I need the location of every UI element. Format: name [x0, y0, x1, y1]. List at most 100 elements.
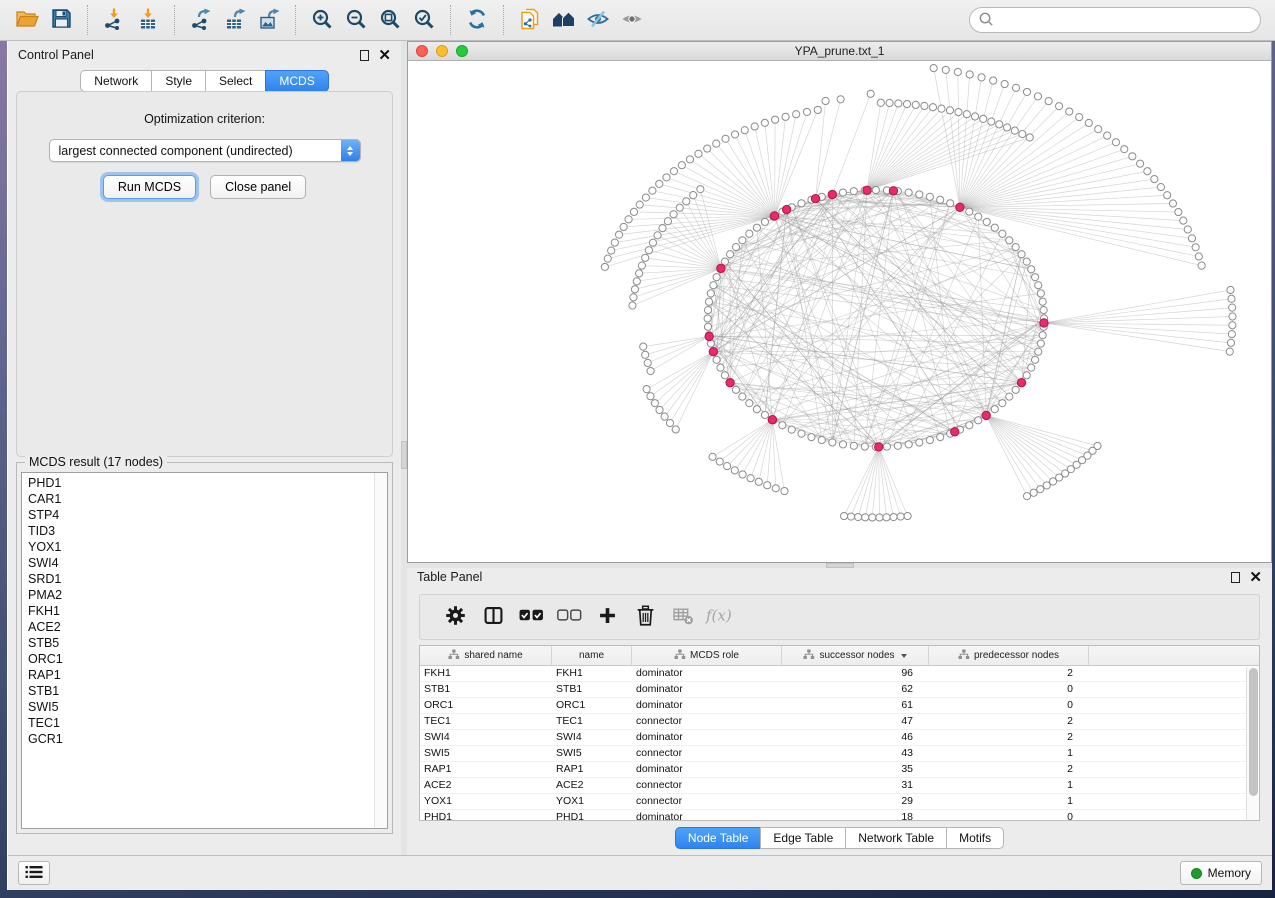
run-mcds-button[interactable]: Run MCDS — [103, 175, 196, 199]
table-cell[interactable]: 46 — [782, 730, 929, 745]
result-item[interactable]: SWI5 — [28, 699, 387, 715]
delete-column-button[interactable] — [626, 599, 664, 635]
table-cell[interactable]: TEC1 — [552, 714, 632, 729]
table-cell[interactable]: STB1 — [552, 682, 632, 697]
column-header-shared-name[interactable]: shared name — [420, 646, 552, 665]
table-cell[interactable]: dominator — [632, 682, 782, 697]
table-cell[interactable]: SWI4 — [420, 730, 552, 745]
result-item[interactable]: ACE2 — [28, 619, 387, 635]
table-cell[interactable]: 31 — [782, 778, 929, 793]
import-table-button[interactable] — [131, 3, 165, 37]
table-cell[interactable]: connector — [632, 778, 782, 793]
table-cell[interactable]: ACE2 — [552, 778, 632, 793]
tab-style[interactable]: Style — [151, 70, 205, 92]
tab-network-table[interactable]: Network Table — [845, 827, 946, 849]
first-neighbors-button[interactable] — [547, 3, 581, 37]
table-cell[interactable]: STB1 — [420, 682, 552, 697]
table-cell[interactable]: FKH1 — [552, 666, 632, 681]
zoom-fit-button[interactable] — [373, 3, 407, 37]
export-table-button[interactable] — [218, 3, 252, 37]
table-cell[interactable]: PHD1 — [420, 810, 552, 821]
column-header-name[interactable]: name — [552, 646, 632, 665]
zoom-out-button[interactable] — [339, 3, 373, 37]
table-cell[interactable]: 0 — [929, 698, 1089, 713]
table-cell[interactable]: dominator — [632, 698, 782, 713]
hide-selected-button[interactable] — [581, 3, 615, 37]
deselect-all-rows-button[interactable] — [550, 599, 588, 635]
table-row[interactable]: SWI5SWI5connector431 — [420, 746, 1259, 762]
table-cell[interactable]: TEC1 — [420, 714, 552, 729]
tab-mcds[interactable]: MCDS — [265, 70, 328, 92]
tab-select[interactable]: Select — [205, 70, 265, 92]
table-cell[interactable]: PHD1 — [552, 810, 632, 821]
network-window-titlebar[interactable]: YPA_prune.txt_1 — [408, 42, 1271, 61]
memory-button[interactable]: Memory — [1180, 861, 1262, 885]
vertical-splitter-grip[interactable] — [401, 441, 407, 469]
result-item[interactable]: STP4 — [28, 507, 387, 523]
result-item[interactable]: FKH1 — [28, 603, 387, 619]
task-history-button[interactable] — [18, 861, 50, 885]
zoom-in-button[interactable] — [305, 3, 339, 37]
network-from-selection-button[interactable] — [513, 3, 547, 37]
export-network-button[interactable] — [184, 3, 218, 37]
table-cell[interactable]: 43 — [782, 746, 929, 761]
table-row[interactable]: RAP1RAP1dominator352 — [420, 762, 1259, 778]
table-cell[interactable]: 2 — [929, 730, 1089, 745]
toggle-column-panel-button[interactable] — [474, 599, 512, 635]
table-cell[interactable]: YOX1 — [552, 794, 632, 809]
result-item[interactable]: RAP1 — [28, 667, 387, 683]
table-cell[interactable]: 0 — [929, 682, 1089, 697]
table-cell[interactable]: RAP1 — [420, 762, 552, 777]
table-cell[interactable]: ORC1 — [420, 698, 552, 713]
table-row[interactable]: TEC1TEC1connector472 — [420, 714, 1259, 730]
result-item[interactable]: TEC1 — [28, 715, 387, 731]
tab-network[interactable]: Network — [80, 70, 151, 92]
table-cell[interactable]: 2 — [929, 762, 1089, 777]
export-image-button[interactable] — [252, 3, 286, 37]
tab-motifs[interactable]: Motifs — [946, 827, 1004, 849]
select-all-rows-button[interactable] — [512, 599, 550, 635]
add-column-button[interactable] — [588, 599, 626, 635]
table-cell[interactable]: dominator — [632, 810, 782, 821]
table-cell[interactable]: 1 — [929, 778, 1089, 793]
horizontal-splitter[interactable] — [407, 563, 1272, 568]
float-panel-icon[interactable] — [360, 50, 369, 61]
network-graph[interactable] — [408, 61, 1271, 562]
close-table-panel-icon[interactable]: ✕ — [1249, 572, 1262, 583]
table-cell[interactable]: 61 — [782, 698, 929, 713]
table-cell[interactable]: 29 — [782, 794, 929, 809]
table-settings-button[interactable] — [436, 599, 474, 635]
result-item[interactable]: TID3 — [28, 523, 387, 539]
close-panel-icon[interactable]: ✕ — [378, 50, 391, 61]
result-item[interactable]: SWI4 — [28, 555, 387, 571]
result-item[interactable]: PHD1 — [28, 475, 387, 491]
result-list-scrollbar[interactable] — [374, 473, 387, 828]
zoom-selected-button[interactable] — [407, 3, 441, 37]
table-cell[interactable]: dominator — [632, 666, 782, 681]
search-input[interactable] — [999, 13, 1252, 27]
tab-edge-table[interactable]: Edge Table — [760, 827, 845, 849]
horizontal-splitter-grip[interactable] — [826, 563, 854, 568]
float-table-panel-icon[interactable] — [1231, 572, 1240, 583]
open-file-button[interactable] — [10, 3, 44, 37]
table-cell[interactable]: 1 — [929, 746, 1089, 761]
result-item[interactable]: YOX1 — [28, 539, 387, 555]
table-cell[interactable]: dominator — [632, 762, 782, 777]
table-cell[interactable]: 1 — [929, 794, 1089, 809]
table-cell[interactable]: FKH1 — [420, 666, 552, 681]
result-item[interactable]: PMA2 — [28, 587, 387, 603]
save-session-button[interactable] — [44, 3, 78, 37]
table-cell[interactable]: connector — [632, 714, 782, 729]
table-row[interactable]: YOX1YOX1connector291 — [420, 794, 1259, 810]
result-item[interactable]: SRD1 — [28, 571, 387, 587]
column-header-successor-nodes[interactable]: successor nodes — [782, 646, 929, 665]
result-item[interactable]: CAR1 — [28, 491, 387, 507]
refresh-layout-button[interactable] — [460, 3, 494, 37]
table-row[interactable]: STB1STB1dominator620 — [420, 682, 1259, 698]
table-row[interactable]: PHD1PHD1dominator180 — [420, 810, 1259, 821]
table-cell[interactable]: SWI4 — [552, 730, 632, 745]
table-cell[interactable]: connector — [632, 746, 782, 761]
table-cell[interactable]: 18 — [782, 810, 929, 821]
result-item[interactable]: ORC1 — [28, 651, 387, 667]
node-table-scrollbar[interactable] — [1246, 667, 1259, 820]
